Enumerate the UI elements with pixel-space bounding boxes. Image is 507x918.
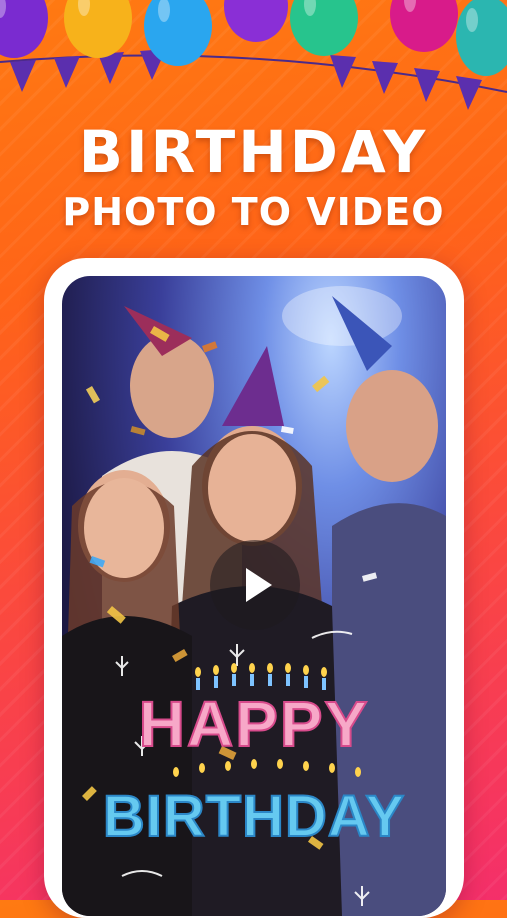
- headline-title: BIRTHDAY: [78, 118, 429, 186]
- overlay-text-happy: HAPPY: [139, 688, 370, 760]
- play-button[interactable]: [210, 540, 300, 630]
- headline-subtitle: PHOTO TO VIDEO: [62, 190, 445, 234]
- overlay-text-birthday: BIRTHDAY: [103, 784, 405, 849]
- play-icon: [246, 568, 272, 602]
- balloons-banner: [0, 0, 507, 110]
